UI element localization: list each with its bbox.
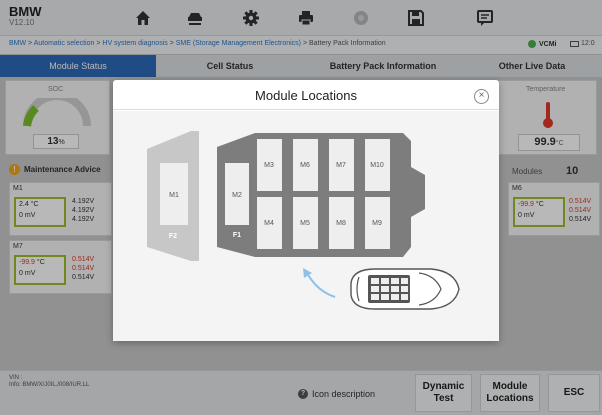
dialog-title: Module Locations: [255, 88, 357, 103]
module-locations-dialog: Module Locations × M1 F2 M2 F1 M3 M6 M7 …: [113, 80, 499, 341]
car-top-view-icon: [350, 268, 460, 310]
module-m1-label: M1: [169, 192, 179, 199]
module-label: M8: [336, 220, 346, 227]
floor-f1-label: F1: [233, 232, 241, 239]
dialog-body: M1 F2 M2 F1 M3 M6 M7 M10 M4 M5 M8 M9: [113, 111, 499, 341]
dialog-header: Module Locations ×: [113, 80, 499, 110]
module-label: M9: [372, 220, 382, 227]
pointer-arrow-icon: [306, 272, 336, 298]
module-label: M5: [300, 220, 310, 227]
module-label: M6: [300, 162, 310, 169]
battery-pack-diagram: M1 F2 M2 F1 M3 M6 M7 M10 M4 M5 M8 M9: [147, 131, 460, 310]
module-label: M4: [264, 220, 274, 227]
module-m2-label: M2: [232, 192, 242, 199]
module-label: M7: [336, 162, 346, 169]
close-icon[interactable]: ×: [474, 89, 489, 104]
module-label: M3: [264, 162, 274, 169]
module-label: M10: [370, 162, 384, 169]
floor-f2-label: F2: [169, 233, 177, 240]
